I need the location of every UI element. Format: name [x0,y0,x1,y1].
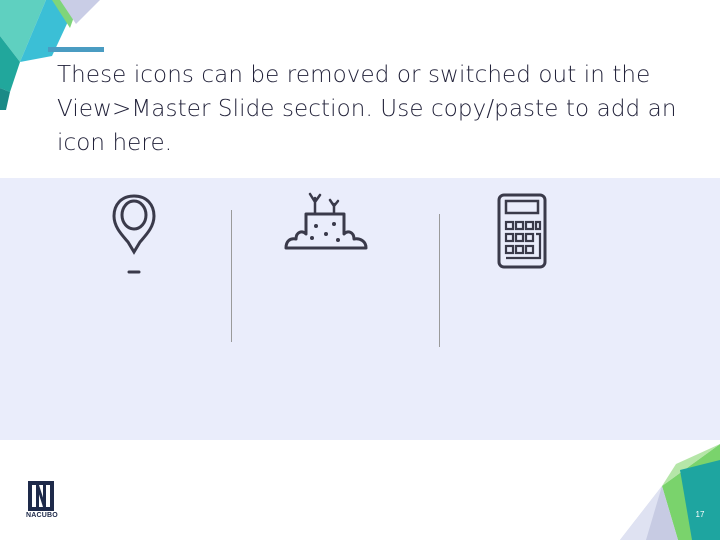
map-pin-icon [112,194,156,274]
logo-text: NACUBO [26,512,58,519]
calculator-icon [497,193,547,269]
slide: These icons can be removed or switched o… [0,0,720,540]
body-text: These icons can be removed or switched o… [57,62,677,156]
divider-1 [231,210,232,342]
seedling-soil-icon [284,192,368,250]
divider-2 [439,214,440,347]
title-accent-bar [48,47,104,52]
bottom-right-decoration [620,444,720,540]
page-number: 17 [695,510,705,519]
